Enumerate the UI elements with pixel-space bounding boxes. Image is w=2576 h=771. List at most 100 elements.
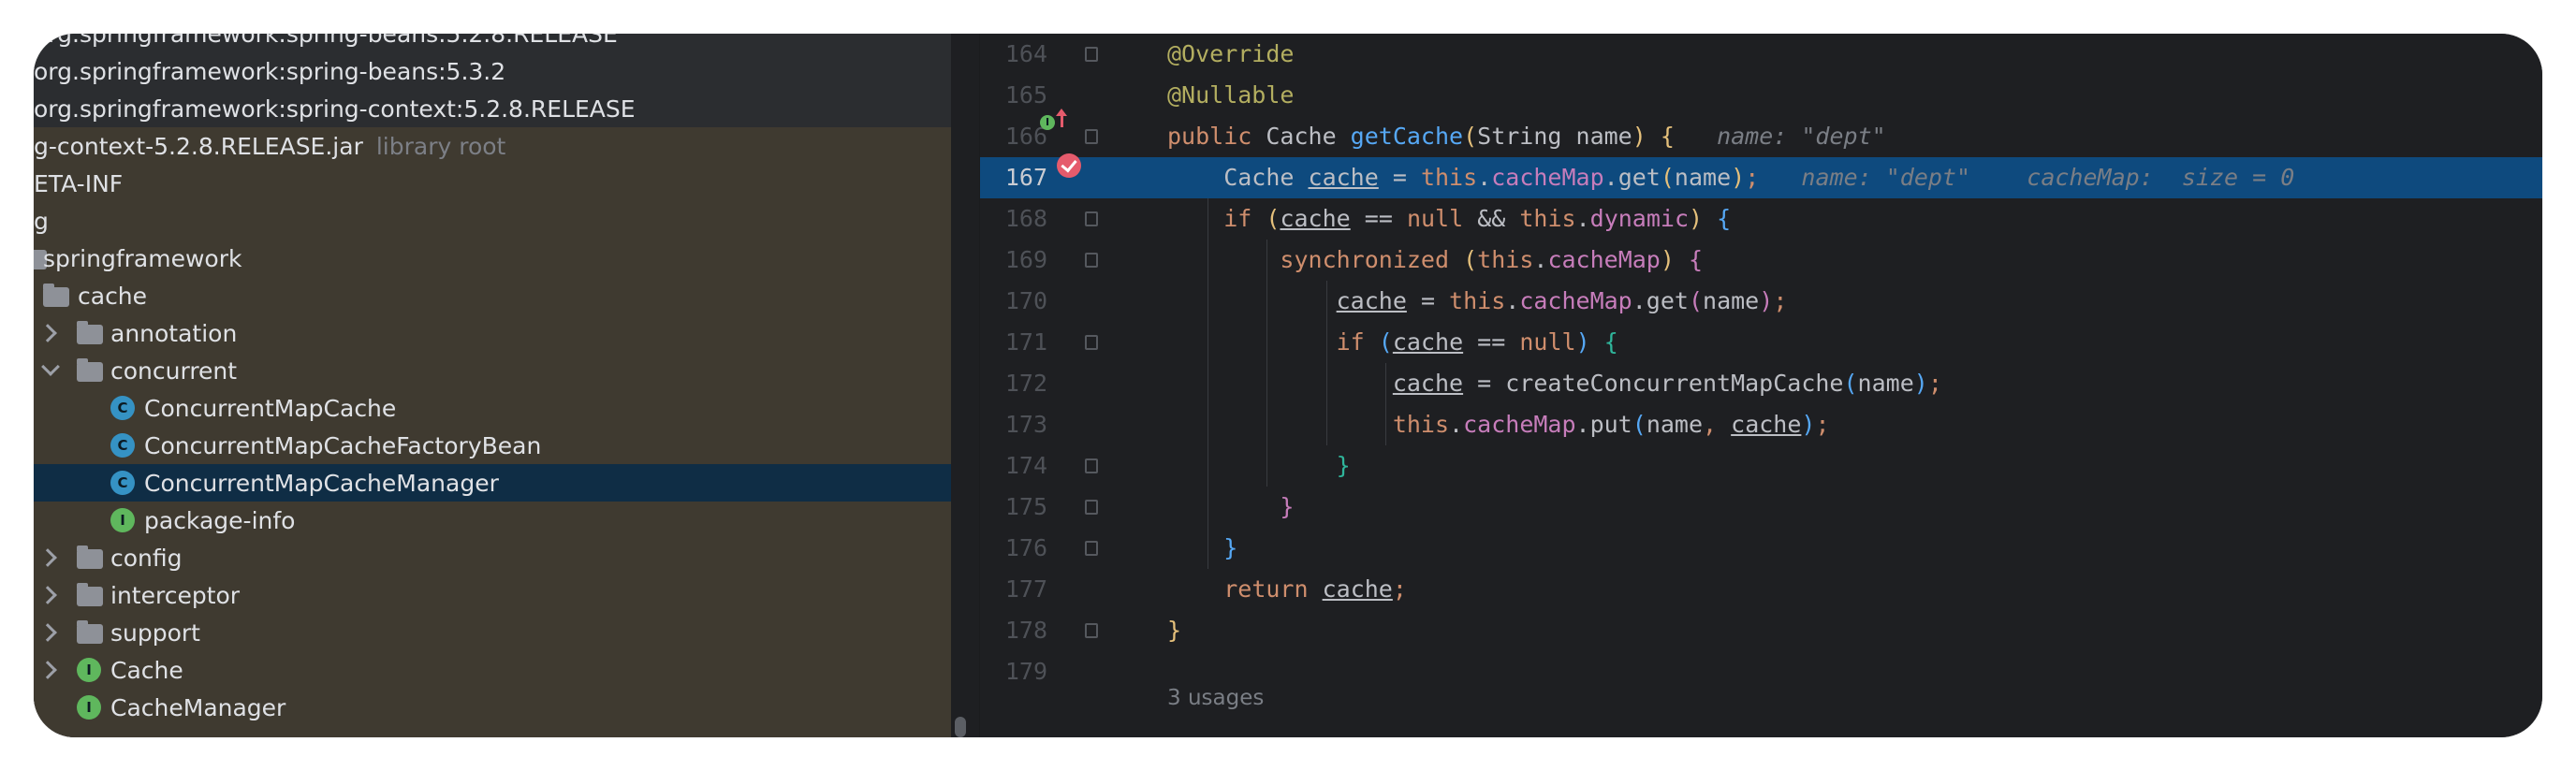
tree-item-label: g <box>34 207 49 235</box>
line-number: 171 <box>1004 328 1047 356</box>
fold-icon[interactable] <box>1085 335 1098 350</box>
code-line: 178 } <box>980 610 2542 651</box>
line-number: 168 <box>1004 205 1047 232</box>
line-number: 177 <box>1004 575 1047 603</box>
tree-item-meta-inf[interactable]: ETA-INF <box>34 165 951 202</box>
tree-item-interceptor[interactable]: interceptor <box>34 576 951 614</box>
tree-item-label: annotation <box>110 319 238 347</box>
tree-item-label: ConcurrentMapCache <box>144 394 397 422</box>
tree-item-cache-package[interactable]: cache <box>34 277 951 314</box>
code-text: public Cache getCache(String name) { nam… <box>1167 123 1886 150</box>
tree-item-support[interactable]: support <box>34 614 951 651</box>
code-line: 177 return cache; <box>980 569 2542 610</box>
interface-icon: I <box>77 695 101 720</box>
code-line: 173 this.cacheMap.put(name, cache); <box>980 404 2542 445</box>
code-text: } <box>1336 452 1351 479</box>
class-icon: C <box>110 433 135 458</box>
code-text: synchronized (this.cacheMap) { <box>1280 246 1704 273</box>
class-icon: C <box>110 471 135 495</box>
chevron-right-icon[interactable] <box>38 324 57 342</box>
class-icon: C <box>110 396 135 420</box>
indent-guide <box>1266 240 1267 487</box>
tree-scrollbar[interactable] <box>955 717 966 737</box>
code-text: Cache cache = this.cacheMap.get(name); n… <box>1167 164 2295 191</box>
tree-item-label: interceptor <box>110 581 241 609</box>
code-text: } <box>1280 493 1295 520</box>
code-line: 168 if (cache == null && this.dynamic) { <box>980 198 2542 240</box>
tree-item-spring-beans-528[interactable]: org.springframework:spring-beans:5.2.8.R… <box>34 34 951 52</box>
tree-item-spring-beans-532[interactable]: org.springframework:spring-beans:5.3.2 <box>34 52 951 90</box>
line-number: 169 <box>1004 246 1047 273</box>
tree-item-label: cache <box>78 282 148 310</box>
indent-guide <box>1326 281 1327 445</box>
tree-item-cache-interface[interactable]: I Cache <box>34 651 951 689</box>
tree-item-concurrentmapcachefactorybean[interactable]: C ConcurrentMapCacheFactoryBean <box>34 427 951 464</box>
code-text: } <box>1223 534 1238 561</box>
tree-item-label: springframework <box>43 244 242 272</box>
line-number: 167 <box>1004 164 1047 191</box>
tree-item-org[interactable]: g <box>34 202 951 240</box>
chevron-right-icon[interactable] <box>38 623 57 642</box>
tree-item-label: support <box>110 618 200 647</box>
tree-item-package-info[interactable]: I package-info <box>34 502 951 539</box>
folder-icon <box>77 321 103 344</box>
tree-item-label: org.springframework:spring-beans:5.2.8.R… <box>34 34 618 48</box>
code-text: @Override <box>1167 40 1295 67</box>
folder-icon <box>77 546 103 569</box>
fold-icon[interactable] <box>1085 541 1098 556</box>
chevron-down-icon[interactable] <box>41 357 60 376</box>
line-number: 175 <box>1004 493 1047 520</box>
inline-hint: name: "dept" <box>1717 123 1886 150</box>
tree-item-label: ConcurrentMapCacheManager <box>144 469 499 497</box>
tree-item-cachemanager[interactable]: I CacheManager <box>34 689 951 726</box>
usages-hint[interactable]: 3 usages <box>1167 677 1264 719</box>
code-line: 174 } <box>980 445 2542 487</box>
go-to-super-arrow-icon[interactable] <box>1056 109 1067 127</box>
ide-window: org.springframework:spring-beans:5.2.8.R… <box>34 34 2542 737</box>
tree-item-label: Cache <box>110 656 183 684</box>
fold-icon[interactable] <box>1085 211 1098 226</box>
current-line: 167 Cache cache = this.cacheMap.get(name… <box>980 157 2542 198</box>
tree-item-label: package-info <box>144 506 296 534</box>
fold-icon[interactable] <box>1085 623 1098 638</box>
tree-item-concurrent[interactable]: concurrent <box>34 352 951 389</box>
code-text: cache = this.cacheMap.get(name); <box>1336 287 1788 314</box>
fold-icon[interactable] <box>1085 458 1098 473</box>
code-text: return cache; <box>1223 575 1407 603</box>
fold-icon[interactable] <box>1085 253 1098 268</box>
line-number: 176 <box>1004 534 1047 561</box>
tree-item-config[interactable]: config <box>34 539 951 576</box>
code-line: 172 cache = createConcurrentMapCache(nam… <box>980 363 2542 404</box>
line-number: 178 <box>1004 617 1047 644</box>
line-number: 164 <box>1004 40 1047 67</box>
tree-item-label: config <box>110 544 183 572</box>
fold-icon[interactable] <box>1085 500 1098 515</box>
library-root-hint: library root <box>375 132 506 160</box>
code-line: 176 } <box>980 528 2542 569</box>
chevron-right-icon[interactable] <box>38 586 57 604</box>
code-line: 171 if (cache == null) { <box>980 322 2542 363</box>
indent-guide <box>1385 363 1386 445</box>
tree-item-spring-context[interactable]: org.springframework:spring-context:5.2.8… <box>34 90 951 127</box>
chevron-right-icon[interactable] <box>38 548 57 567</box>
line-number: 172 <box>1004 370 1047 397</box>
fold-icon[interactable] <box>1085 129 1098 144</box>
folder-icon <box>77 620 103 644</box>
tree-item-label: g-context-5.2.8.RELEASE.jar library root <box>34 133 505 160</box>
code-line: 170 cache = this.cacheMap.get(name); <box>980 281 2542 322</box>
tree-item-concurrentmapcachemanager[interactable]: C ConcurrentMapCacheManager <box>34 464 951 502</box>
fold-icon[interactable] <box>1085 47 1098 62</box>
inline-hint: cacheMap: size = 0 <box>2027 164 2295 191</box>
code-text: if (cache == null && this.dynamic) { <box>1223 205 1732 232</box>
tree-item-context-jar[interactable]: g-context-5.2.8.RELEASE.jar library root <box>34 127 951 165</box>
chevron-right-icon[interactable] <box>38 661 57 679</box>
override-icon[interactable]: I <box>1040 115 1055 130</box>
code-editor[interactable]: 164 @Override 165 @Nullable 166 public C… <box>980 34 2542 737</box>
tree-item-annotation[interactable]: annotation <box>34 314 951 352</box>
tree-item-concurrentmapcache[interactable]: C ConcurrentMapCache <box>34 389 951 427</box>
tree-item-springframework[interactable]: springframework <box>34 240 951 277</box>
interface-icon: I <box>77 658 101 682</box>
tree-item-label: CacheManager <box>110 693 286 721</box>
code-line: 169 synchronized (this.cacheMap) { <box>980 240 2542 281</box>
interface-icon: I <box>110 508 135 532</box>
